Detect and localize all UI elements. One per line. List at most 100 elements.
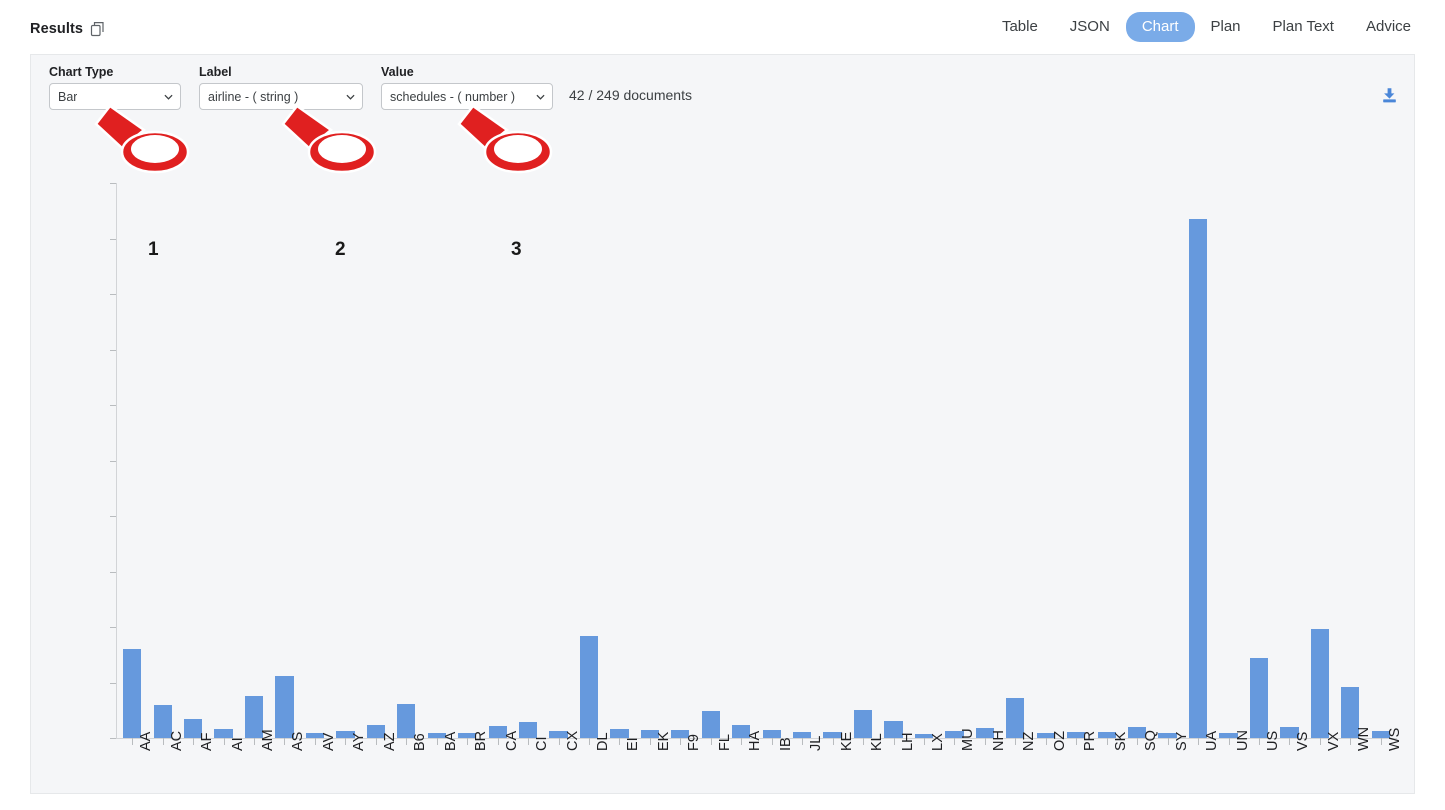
x-axis-tick-label: MU [960,728,976,751]
annotation-callout-1: 1 [92,100,212,180]
bar[interactable] [1250,658,1268,738]
x-axis-tick-mark [437,738,438,745]
tab-plan-text[interactable]: Plan Text [1257,12,1350,42]
x-axis-tick-mark [1046,738,1047,745]
x-axis-tick-mark [1259,738,1260,745]
x-axis-tick-mark [528,738,529,745]
bar-chart: 02004006008001,0001,2001,4001,6001,8002,… [31,115,1416,795]
x-axis-tick-label: IB [778,737,794,751]
bar[interactable] [1189,219,1207,738]
y-axis-tick-mark [110,683,116,684]
x-axis-tick-label: US [1265,731,1281,751]
y-axis-tick-mark [110,738,116,739]
x-axis-tick-label: AF [199,732,215,751]
x-axis-tick-mark [345,738,346,745]
results-header: Results Table JSON Chart Plan Plan Text … [0,0,1445,58]
value-field-label: Value [381,65,553,79]
x-axis-tick-label: PR [1082,731,1098,751]
x-axis-tick-mark [589,738,590,745]
x-axis-tick-mark [1289,738,1290,745]
x-axis-tick-label: AA [138,732,154,751]
tab-table[interactable]: Table [986,12,1054,42]
x-axis-tick-label: DL [595,732,611,751]
y-axis-tick-mark [110,294,116,295]
x-axis-tick-label: UN [1235,730,1251,751]
x-axis-tick-label: NH [991,730,1007,751]
x-axis-tick-mark [741,738,742,745]
y-axis-tick-mark [110,516,116,517]
bar[interactable] [1311,629,1329,738]
bar[interactable] [580,636,598,738]
x-axis-tick-mark [224,738,225,745]
annotation-callout-2: 2 [279,100,399,180]
annotation-number-3: 3 [511,239,522,261]
x-axis-tick-mark [1168,738,1169,745]
page-title: Results [30,21,83,37]
x-axis-tick-mark [1015,738,1016,745]
x-axis-tick-label: VS [1295,732,1311,751]
bar[interactable] [123,649,141,738]
x-axis-tick-label: VX [1326,732,1342,751]
x-axis-tick-label: WN [1356,727,1372,751]
x-axis-tick-mark [132,738,133,745]
x-axis-tick-label: SK [1113,732,1129,751]
document-count: 42 / 249 documents [569,87,692,103]
x-axis-tick-label: OZ [1052,731,1068,751]
y-axis-tick-mark [110,572,116,573]
x-axis-tick-mark [1229,738,1230,745]
x-axis-tick-label: AV [321,733,337,751]
view-tabs: Table JSON Chart Plan Plan Text Advice [986,12,1427,42]
x-axis-tick-label: KE [839,732,855,751]
x-axis-tick-label: EI [625,737,641,751]
x-axis-tick-label: SY [1174,732,1190,751]
x-axis-tick-mark [406,738,407,745]
x-axis-tick-label: SQ [1143,730,1159,751]
x-axis-tick-label: CX [565,731,581,751]
x-axis-tick-mark [193,738,194,745]
tab-plan[interactable]: Plan [1195,12,1257,42]
x-axis-tick-mark [1107,738,1108,745]
label-field-label: Label [199,65,363,79]
x-axis-tick-mark [1198,738,1199,745]
x-axis-tick-mark [376,738,377,745]
y-axis-tick-mark [110,461,116,462]
y-axis-tick-mark [110,627,116,628]
x-axis-tick-label: FL [717,734,733,751]
x-axis-tick-mark [1076,738,1077,745]
tab-json[interactable]: JSON [1054,12,1126,42]
x-axis-tick-label: AZ [382,732,398,751]
x-axis-tick-label: WS [1387,728,1403,751]
x-axis-tick-mark [1137,738,1138,745]
x-axis-tick-label: NZ [1021,732,1037,751]
y-axis-tick-mark [110,239,116,240]
x-axis-tick-label: CI [534,737,550,752]
x-axis-tick-mark [1350,738,1351,745]
x-axis-tick-mark [924,738,925,745]
x-axis-tick-label: JL [808,736,824,751]
x-axis-tick-label: AY [351,733,367,751]
x-axis-tick-mark [894,738,895,745]
x-axis-tick-mark [254,738,255,745]
x-axis-tick-mark [863,738,864,745]
x-axis-tick-label: LH [900,732,916,751]
annotation-number-1: 1 [148,239,159,261]
bar[interactable] [275,676,293,738]
x-axis-tick-mark [711,738,712,745]
x-axis-tick-label: F9 [686,734,702,751]
x-axis-tick-mark [1320,738,1321,745]
chart-type-value: Bar [50,90,77,104]
copy-icon[interactable] [89,20,107,38]
x-axis-tick-mark [954,738,955,745]
x-axis-tick-mark [772,738,773,745]
tab-advice[interactable]: Advice [1350,12,1427,42]
tab-chart[interactable]: Chart [1126,12,1195,42]
results-chart-page: Results Table JSON Chart Plan Plan Text … [0,0,1445,810]
chart-type-label: Chart Type [49,65,181,79]
x-axis-tick-mark [498,738,499,745]
download-icon[interactable] [1381,87,1398,104]
x-axis-tick-mark [833,738,834,745]
x-axis-tick-mark [559,738,560,745]
x-axis-tick-mark [985,738,986,745]
x-axis-tick-label: AS [290,732,306,751]
x-axis-tick-mark [619,738,620,745]
